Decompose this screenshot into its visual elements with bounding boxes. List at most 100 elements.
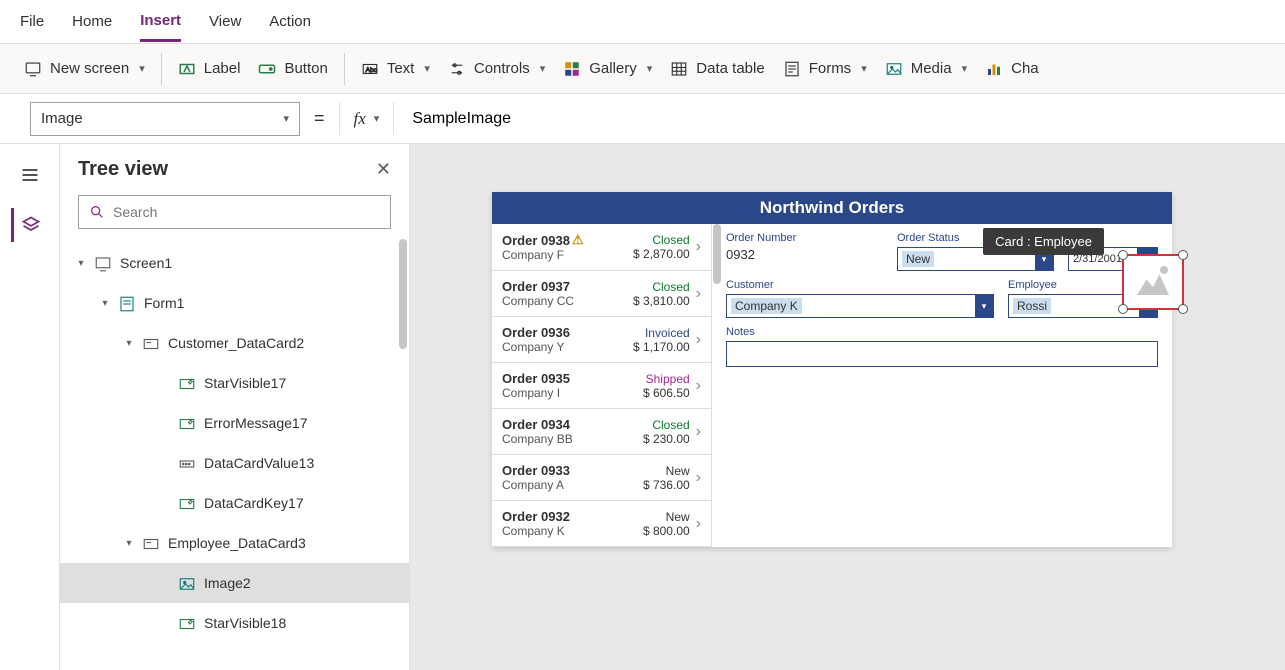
tree-node-DataCardValue13[interactable]: DataCardValue13: [60, 443, 409, 483]
charts-button[interactable]: Cha: [985, 60, 1039, 78]
resize-handle[interactable]: [1178, 250, 1188, 260]
text-button[interactable]: Abc Text ▾: [361, 60, 430, 78]
order-company: Company A: [502, 478, 643, 492]
tree-search-input[interactable]: [113, 204, 380, 220]
forms-button[interactable]: Forms ▾: [783, 60, 867, 78]
order-item[interactable]: Order 0937Company CCClosed$ 3,810.00›: [492, 271, 711, 317]
hamburger-button[interactable]: [13, 158, 47, 192]
pencil-icon: [178, 615, 196, 631]
order-item[interactable]: Order 0935Company IShipped$ 606.50›: [492, 363, 711, 409]
controls-icon: [448, 60, 466, 78]
resize-handle[interactable]: [1178, 304, 1188, 314]
button-button[interactable]: Button: [258, 60, 327, 78]
order-company: Company K: [502, 524, 643, 538]
screen-icon: [94, 255, 112, 271]
chevron-down-icon: ▾: [861, 62, 867, 75]
order-status: Shipped: [643, 372, 690, 386]
table-icon: [670, 60, 688, 78]
chevron-down-icon: ▾: [540, 62, 546, 75]
property-selector[interactable]: Image ▾: [30, 102, 300, 136]
close-tree-button[interactable]: ✕: [376, 159, 391, 180]
tree-node-label: Customer_DataCard2: [168, 335, 304, 351]
tree-node-StarVisible17[interactable]: StarVisible17: [60, 363, 409, 403]
order-price: $ 736.00: [643, 478, 690, 492]
pencil-icon: [178, 375, 196, 391]
order-status: New: [643, 464, 690, 478]
scrollbar[interactable]: [399, 239, 407, 349]
order-company: Company BB: [502, 432, 643, 446]
property-label: Image: [41, 110, 83, 127]
order-status: Closed: [633, 280, 690, 294]
order-item[interactable]: Order 0932Company KNew$ 800.00›: [492, 501, 711, 547]
tree-view-button[interactable]: [11, 208, 45, 242]
tree-node-label: ErrorMessage17: [204, 415, 308, 431]
app-title: Northwind Orders: [492, 192, 1172, 224]
notes-label: Notes: [726, 326, 1158, 338]
caret-icon: ▾: [124, 538, 134, 549]
media-label: Media: [911, 60, 952, 77]
controls-button[interactable]: Controls ▾: [448, 60, 545, 78]
canvas[interactable]: Northwind Orders Order 0938⚠Company FClo…: [410, 144, 1285, 670]
pencil-icon: [178, 415, 196, 431]
text-icon: Abc: [361, 60, 379, 78]
menu-file[interactable]: File: [20, 3, 44, 40]
tree-search[interactable]: [78, 195, 391, 229]
charts-icon: [985, 60, 1003, 78]
tree-node-Customer_DataCard2[interactable]: ▾Customer_DataCard2: [60, 323, 409, 363]
tree-node-Form1[interactable]: ▾Form1: [60, 283, 409, 323]
customer-dropdown[interactable]: Company K ▾: [726, 294, 994, 318]
chevron-right-icon: ›: [690, 331, 701, 349]
label-icon: [178, 60, 196, 78]
order-number: Order 0933: [502, 463, 643, 478]
data-table-button[interactable]: Data table: [670, 60, 764, 78]
left-rail: [0, 144, 60, 670]
selected-image-control[interactable]: [1122, 254, 1184, 310]
tree-node-ErrorMessage17[interactable]: ErrorMessage17: [60, 403, 409, 443]
resize-handle[interactable]: [1118, 304, 1128, 314]
tree-node-Screen1[interactable]: ▾Screen1: [60, 243, 409, 283]
tree-node-StarVisible18[interactable]: StarVisible18: [60, 603, 409, 643]
formula-input[interactable]: [408, 102, 1255, 136]
caret-icon: ▾: [100, 298, 110, 309]
order-item[interactable]: Order 0938⚠Company FClosed$ 2,870.00›: [492, 224, 711, 271]
fx-button[interactable]: fx ▾: [339, 102, 395, 135]
order-status-value: New: [902, 251, 934, 267]
gallery-button[interactable]: Gallery ▾: [563, 60, 652, 78]
menu-view[interactable]: View: [209, 3, 241, 40]
label-button[interactable]: Label: [178, 60, 241, 78]
tree-node-Image2[interactable]: Image2: [60, 563, 409, 603]
label-label: Label: [204, 60, 241, 77]
controls-label: Controls: [474, 60, 530, 77]
order-status: Invoiced: [633, 326, 690, 340]
order-company: Company Y: [502, 340, 633, 354]
chevron-down-icon: ▾: [647, 62, 653, 75]
order-item[interactable]: Order 0933Company ANew$ 736.00›: [492, 455, 711, 501]
order-number-label: Order Number: [726, 232, 883, 244]
notes-input[interactable]: [726, 341, 1158, 367]
new-screen-button[interactable]: New screen ▾: [24, 60, 145, 78]
media-button[interactable]: Media ▾: [885, 60, 967, 78]
forms-label: Forms: [809, 60, 852, 77]
chevron-down-icon: ▾: [962, 62, 968, 75]
equals-sign: =: [314, 108, 325, 129]
order-company: Company CC: [502, 294, 633, 308]
menu-insert[interactable]: Insert: [140, 2, 181, 42]
button-label: Button: [284, 60, 327, 77]
chevron-right-icon: ›: [690, 377, 701, 395]
order-number: Order 0936: [502, 325, 633, 340]
order-item[interactable]: Order 0936Company YInvoiced$ 1,170.00›: [492, 317, 711, 363]
menu-action[interactable]: Action: [269, 3, 311, 40]
order-company: Company I: [502, 386, 643, 400]
search-icon: [89, 204, 105, 220]
chevron-right-icon: ›: [690, 423, 701, 441]
tree-node-DataCardKey17[interactable]: DataCardKey17: [60, 483, 409, 523]
order-item[interactable]: Order 0934Company BBClosed$ 230.00›: [492, 409, 711, 455]
tree-node-Employee_DataCard3[interactable]: ▾ Employee_DataCard3: [60, 523, 409, 563]
tree-node-label: Image2: [204, 575, 251, 591]
menu-home[interactable]: Home: [72, 3, 112, 40]
tree-node-label: Employee_DataCard3: [168, 535, 306, 551]
order-status: Closed: [633, 233, 690, 247]
detail-pane: Card : Employee Order Numbe: [712, 224, 1172, 547]
chevron-down-icon: ▾: [139, 62, 145, 75]
resize-handle[interactable]: [1118, 250, 1128, 260]
